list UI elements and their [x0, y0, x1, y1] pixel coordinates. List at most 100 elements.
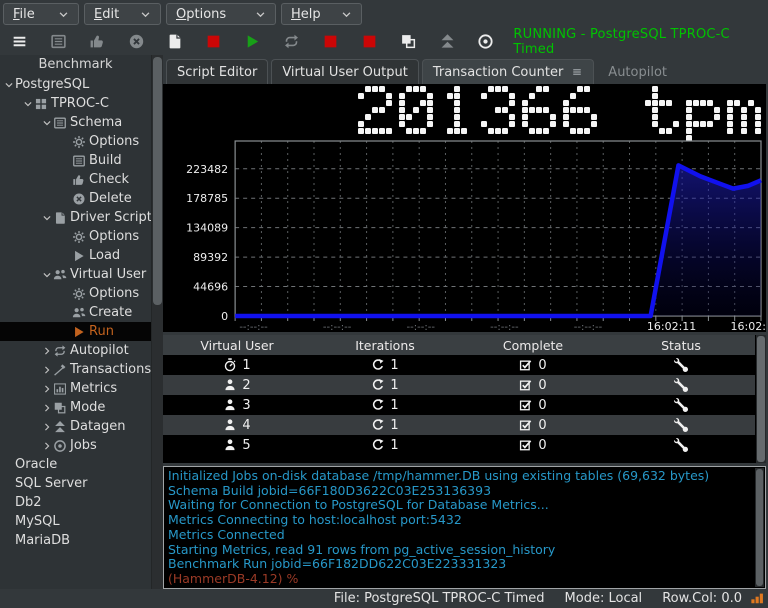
tree-item-db2[interactable]: Db2: [0, 493, 151, 512]
hammerdb-window: File Edit Options Help RUNNING - PostgreSQL…: [0, 0, 768, 608]
expander-closed[interactable]: [40, 403, 53, 413]
vu-table-scrollbar[interactable]: [756, 335, 766, 463]
console-scrollbar[interactable]: [755, 468, 764, 587]
console-log[interactable]: Initialized Jobs on-disk database /tmp/h…: [163, 466, 766, 589]
menu-help[interactable]: Help: [281, 3, 362, 25]
tree-item-virtual-user[interactable]: Virtual User: [0, 265, 151, 284]
expander-open[interactable]: [21, 99, 34, 109]
tree-item-tproc-c[interactable]: TPROC-C: [0, 94, 151, 113]
tree-item-mode[interactable]: Mode: [0, 398, 151, 417]
vu-row-4[interactable]: 4 1 0: [163, 415, 755, 435]
sidebar-scrollbar[interactable]: [151, 55, 163, 589]
tree-item-oracle[interactable]: Oracle: [0, 455, 151, 474]
tree-item-datagen[interactable]: Datagen: [0, 417, 151, 436]
tree-item-options[interactable]: Options: [0, 132, 151, 151]
menu-label: File: [13, 6, 35, 22]
gear-icon: [72, 287, 87, 301]
tree-item-options[interactable]: Options: [0, 284, 151, 303]
expander-open[interactable]: [2, 80, 15, 90]
tab-label: Script Editor: [177, 64, 258, 80]
vu-cell-iterations: 1: [311, 438, 459, 453]
vu-table-rows: 110210310410510: [163, 355, 755, 455]
tpm-counter-display: [351, 86, 761, 142]
vu-cell-complete-value: 0: [538, 377, 547, 393]
vu-row-2[interactable]: 2 1 0: [163, 375, 755, 395]
tree-item-delete[interactable]: Delete: [0, 189, 151, 208]
toolbar-button-autopilot[interactable]: [272, 29, 311, 55]
expander-closed[interactable]: [40, 422, 53, 432]
toolbar-button-stop-3[interactable]: [350, 29, 389, 55]
vu-cell-complete-value: 0: [538, 397, 547, 413]
expander-closed[interactable]: [40, 365, 53, 375]
dot-matrix-char: [563, 86, 597, 142]
toolbar-button-delete-schema[interactable]: [117, 29, 156, 55]
vu-cell-iterations: 1: [311, 418, 459, 433]
tree-item-transactions[interactable]: Transactions: [0, 360, 151, 379]
dot-matrix-char: [358, 86, 392, 142]
tree-item-sql-server[interactable]: SQL Server: [0, 474, 151, 493]
tree-item-postgresql[interactable]: PostgreSQL: [0, 75, 151, 94]
vu-cell-user-value: 2: [242, 377, 251, 393]
toolbar-button-datagen[interactable]: [428, 29, 467, 55]
tree-item-options[interactable]: Options: [0, 227, 151, 246]
menu-options[interactable]: Options: [166, 3, 276, 25]
refresh-icon: [371, 438, 385, 452]
vu-cell-status: [607, 398, 755, 412]
menu-file[interactable]: File: [3, 3, 79, 25]
tree-item-create[interactable]: Create: [0, 303, 151, 322]
vu-cell-user: 5: [163, 438, 311, 453]
tree-item-run[interactable]: Run: [0, 322, 151, 341]
vu-cell-complete: 0: [459, 378, 607, 393]
toolbar-button-mode[interactable]: [389, 29, 428, 55]
tree-item-schema[interactable]: Schema: [0, 113, 151, 132]
log-line: Initialized Jobs on-disk database /tmp/h…: [168, 468, 710, 483]
tab-transaction-counter[interactable]: Transaction Counter: [421, 59, 595, 84]
tree-item-mariadb[interactable]: MariaDB: [0, 531, 151, 550]
tree-item-label: Load: [89, 248, 121, 263]
expander-closed[interactable]: [40, 441, 53, 451]
datagen-icon: [439, 33, 456, 50]
console-scrollbar-thumb[interactable]: [756, 469, 763, 586]
svg-text:134089: 134089: [186, 222, 228, 235]
expander-closed[interactable]: [40, 346, 53, 356]
expander-closed[interactable]: [40, 384, 53, 394]
tree-item-mysql[interactable]: MySQL: [0, 512, 151, 531]
tree-item-driver-script[interactable]: Driver Script: [0, 208, 151, 227]
toolbar-button-run-virtual-users[interactable]: [233, 29, 272, 55]
tree-item-jobs[interactable]: Jobs: [0, 436, 151, 455]
vu-cell-user-value: 5: [242, 437, 251, 453]
tree-item-label: Options: [89, 134, 140, 149]
vu-cell-complete-value: 0: [538, 437, 547, 453]
toolbar-button-main-menu[interactable]: [0, 29, 39, 55]
toolbar-button-stop-1[interactable]: [194, 29, 233, 55]
play-icon: [72, 249, 87, 263]
toolbar-button-stop-2[interactable]: [311, 29, 350, 55]
expander-open[interactable]: [40, 213, 53, 223]
vu-row-1[interactable]: 1 1 0: [163, 355, 755, 375]
tree-item-label: Create: [89, 305, 133, 320]
toolbar-button-driver-script[interactable]: [156, 29, 195, 55]
log-line: Starting Metrics, read 91 rows from pg_a…: [168, 541, 556, 557]
tab-autopilot[interactable]: Autopilot: [597, 59, 678, 84]
tab-script-editor[interactable]: Script Editor: [166, 59, 269, 84]
menu-edit[interactable]: Edit: [84, 3, 161, 25]
tab-virtual-user-output[interactable]: Virtual User Output: [271, 59, 419, 84]
sidebar-scrollbar-thumb[interactable]: [153, 57, 162, 305]
vu-table-scrollbar-thumb[interactable]: [757, 336, 765, 462]
expander-open[interactable]: [40, 270, 53, 280]
vu-cell-iterations: 1: [311, 358, 459, 373]
status-rowcol: Row.Col: 0.0: [662, 591, 742, 606]
vu-row-3[interactable]: 3 1 0: [163, 395, 755, 415]
tree-item-load[interactable]: Load: [0, 246, 151, 265]
toolbar-button-jobs[interactable]: [467, 29, 506, 55]
toolbar-button-build-schema[interactable]: [39, 29, 78, 55]
tree-item-metrics[interactable]: Metrics: [0, 379, 151, 398]
svg-text:178785: 178785: [186, 192, 228, 205]
tree-item-autopilot[interactable]: Autopilot: [0, 341, 151, 360]
toolbar-button-check-schema[interactable]: [78, 29, 117, 55]
tree-item-check[interactable]: Check: [0, 170, 151, 189]
tree-item-build[interactable]: Build: [0, 151, 151, 170]
expander-open[interactable]: [40, 118, 53, 128]
stop-icon: [322, 33, 339, 50]
vu-row-5[interactable]: 5 1 0: [163, 435, 755, 455]
